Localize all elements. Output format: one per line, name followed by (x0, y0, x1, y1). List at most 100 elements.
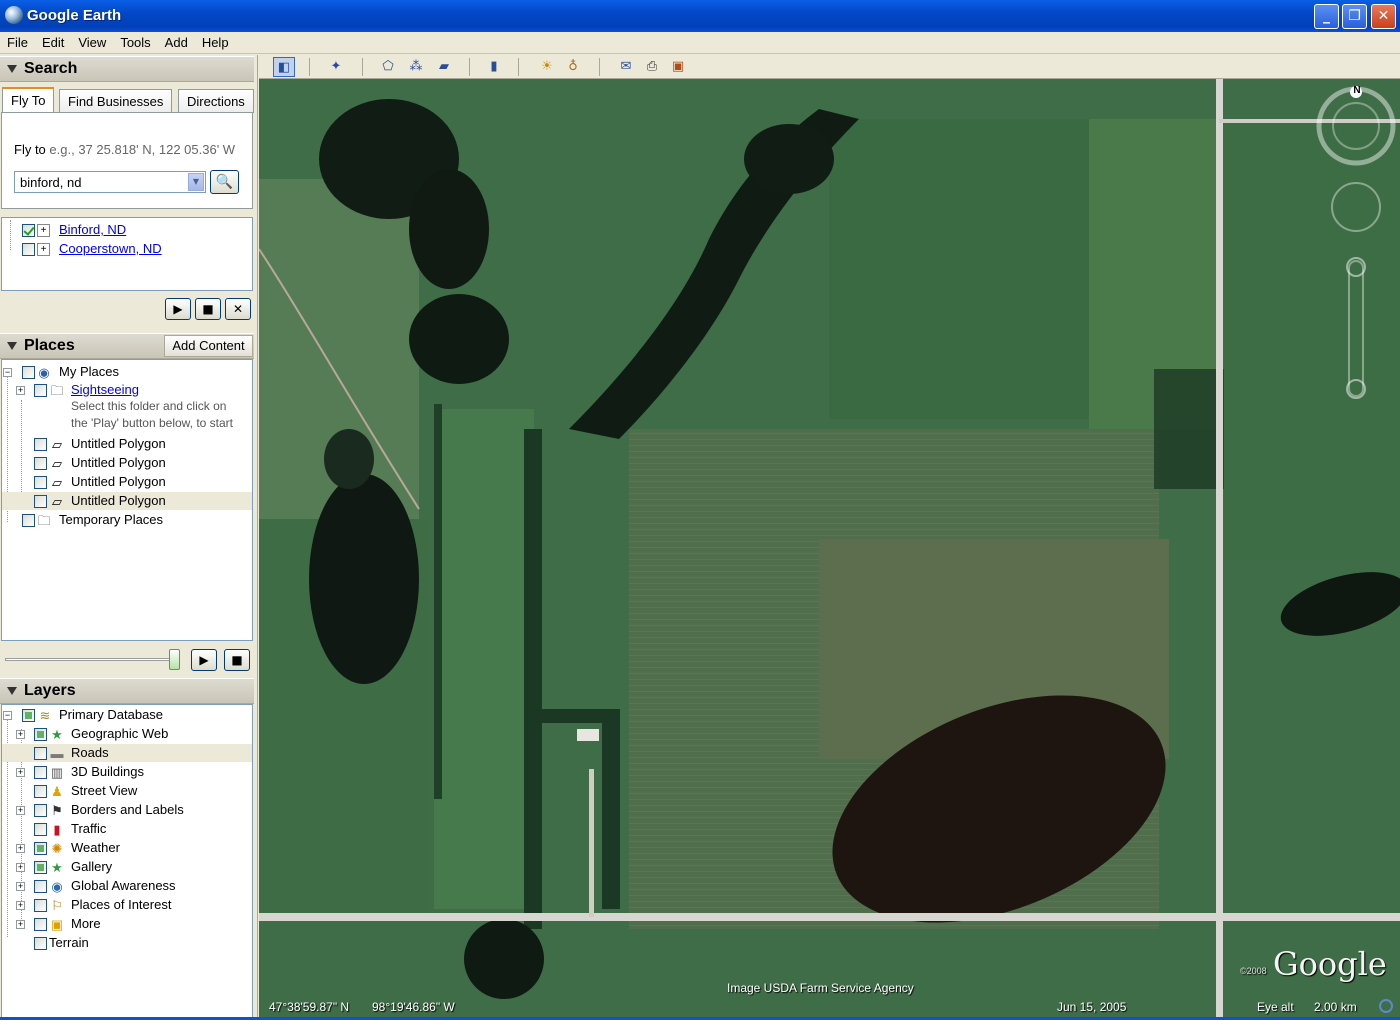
menu-edit[interactable]: Edit (35, 32, 71, 50)
layer-checkbox[interactable] (34, 766, 47, 779)
layer-row[interactable]: + ★ Geographic Web (2, 725, 252, 743)
expand-toggle[interactable]: + (16, 386, 25, 395)
expand-toggle[interactable]: + (16, 730, 25, 739)
tour-slider-track[interactable] (5, 658, 177, 661)
layer-row[interactable]: ♟ Street View (2, 782, 252, 800)
search-panel-header[interactable]: Search (0, 56, 254, 82)
layer-terrain[interactable]: Terrain (2, 934, 252, 952)
add-polygon-button[interactable]: ⬠ (377, 57, 399, 77)
layer-row[interactable]: + ✺ Weather (2, 839, 252, 857)
places-panel-header[interactable]: Places Add Content (0, 333, 254, 359)
sunlight-button[interactable]: ☀ (536, 57, 558, 77)
zoom-slider[interactable] (1348, 260, 1364, 397)
search-button[interactable]: 🔍 (210, 170, 239, 194)
collapse-triangle-icon[interactable] (7, 342, 17, 350)
tab-find-businesses[interactable]: Find Businesses (59, 89, 173, 113)
layer-checkbox[interactable] (34, 728, 47, 741)
expand-toggle[interactable]: + (16, 882, 25, 891)
tree-checkbox[interactable] (22, 514, 35, 527)
layer-row[interactable]: + ⚑ Borders and Labels (2, 801, 252, 819)
list-item[interactable]: ▱ Untitled Polygon (2, 492, 252, 510)
layer-row[interactable]: + ▣ More (2, 915, 252, 933)
toggle-sidebar-button[interactable]: ◧ (273, 57, 295, 77)
tree-checkbox[interactable] (34, 457, 47, 470)
places-stop-button[interactable]: ■ (224, 649, 250, 671)
tree-checkbox[interactable] (34, 384, 47, 397)
layer-checkbox[interactable] (34, 880, 47, 893)
minimize-button[interactable]: _ (1314, 4, 1339, 29)
look-ring[interactable] (1316, 86, 1396, 166)
menu-help[interactable]: Help (195, 32, 236, 50)
maximize-button[interactable]: ❐ (1342, 4, 1367, 29)
email-button[interactable]: ✉ (615, 57, 637, 77)
tour-slider-handle[interactable] (169, 649, 180, 670)
layer-checkbox[interactable] (34, 785, 47, 798)
expand-toggle[interactable]: + (16, 806, 25, 815)
switch-to-sky-button[interactable]: ♁ (562, 57, 584, 77)
layer-checkbox[interactable] (34, 937, 47, 950)
tab-fly-to[interactable]: Fly To (2, 87, 55, 113)
expand-toggle[interactable]: + (16, 768, 25, 777)
tree-checkbox[interactable] (34, 495, 47, 508)
tree-item-sightseeing[interactable]: + 🗀 Sightseeing (2, 381, 252, 399)
list-item[interactable]: ▱ Untitled Polygon (2, 473, 252, 491)
collapse-toggle[interactable]: − (3, 711, 12, 720)
layer-checkbox[interactable] (34, 861, 47, 874)
layers-panel-header[interactable]: Layers (0, 678, 254, 704)
places-play-button[interactable]: ▶ (191, 649, 217, 671)
expand-toggle[interactable]: + (16, 920, 25, 929)
tree-item-my-places[interactable]: − ◉ My Places (2, 363, 252, 381)
menu-add[interactable]: Add (158, 32, 195, 50)
add-path-button[interactable]: ⁂ (405, 57, 427, 77)
result-checkbox[interactable] (22, 243, 35, 256)
close-button[interactable]: ✕ (1371, 4, 1396, 29)
expand-toggle[interactable]: + (16, 844, 25, 853)
sightseeing-link[interactable]: Sightseeing (71, 382, 139, 397)
tree-checkbox[interactable] (22, 366, 35, 379)
layer-row[interactable]: ▬ Roads (2, 744, 252, 762)
expand-toggle[interactable]: + (16, 863, 25, 872)
layer-row[interactable]: + ★ Gallery (2, 858, 252, 876)
layer-checkbox[interactable] (34, 823, 47, 836)
move-joystick[interactable] (1331, 182, 1381, 232)
result-link-binford[interactable]: Binford, ND (59, 222, 126, 237)
search-input[interactable]: binford, nd ▼ (14, 171, 206, 193)
layer-row[interactable]: ▮ Traffic (2, 820, 252, 838)
tour-play-button[interactable]: ▶ (165, 298, 191, 320)
list-item[interactable]: ▱ Untitled Polygon (2, 435, 252, 453)
collapse-triangle-icon[interactable] (7, 65, 17, 73)
dropdown-arrow-icon[interactable]: ▼ (188, 173, 204, 191)
print-button[interactable]: ⎙ (641, 57, 663, 77)
layer-checkbox[interactable] (34, 747, 47, 760)
tree-checkbox[interactable] (34, 438, 47, 451)
collapse-toggle[interactable]: − (3, 368, 12, 377)
clear-search-button[interactable]: ✕ (225, 298, 251, 320)
expand-toggle[interactable]: + (16, 901, 25, 910)
ruler-button[interactable]: ▮ (483, 57, 505, 77)
layer-checkbox[interactable] (34, 918, 47, 931)
add-image-overlay-button[interactable]: ▰ (433, 57, 455, 77)
list-item[interactable]: + Cooperstown, ND (2, 240, 252, 258)
list-item[interactable]: + Binford, ND (2, 221, 252, 239)
list-item[interactable]: ▱ Untitled Polygon (2, 454, 252, 472)
layer-row[interactable]: + ⚐ Places of Interest (2, 896, 252, 914)
layer-row[interactable]: + ▥ 3D Buildings (2, 763, 252, 781)
menu-view[interactable]: View (71, 32, 113, 50)
view-in-maps-button[interactable]: ▣ (667, 57, 689, 77)
menu-tools[interactable]: Tools (113, 32, 157, 50)
collapse-triangle-icon[interactable] (7, 687, 17, 695)
add-content-button[interactable]: Add Content (164, 335, 253, 357)
layer-checkbox[interactable] (34, 804, 47, 817)
result-link-cooperstown[interactable]: Cooperstown, ND (59, 241, 162, 256)
layer-checkbox[interactable] (34, 842, 47, 855)
layer-checkbox[interactable] (22, 709, 35, 722)
tour-stop-button[interactable]: ■ (195, 298, 221, 320)
tab-directions[interactable]: Directions (178, 89, 254, 113)
layer-checkbox[interactable] (34, 899, 47, 912)
layer-primary-database[interactable]: − ≋ Primary Database (2, 706, 252, 724)
earth-view[interactable]: N Image USDA Farm Service Agency 47°38'5… (259, 79, 1400, 1017)
title-bar[interactable]: Google Earth _ ❐ ✕ (0, 0, 1400, 32)
menu-file[interactable]: File (0, 32, 35, 50)
navigation-controls[interactable] (1311, 81, 1400, 411)
tree-checkbox[interactable] (34, 476, 47, 489)
